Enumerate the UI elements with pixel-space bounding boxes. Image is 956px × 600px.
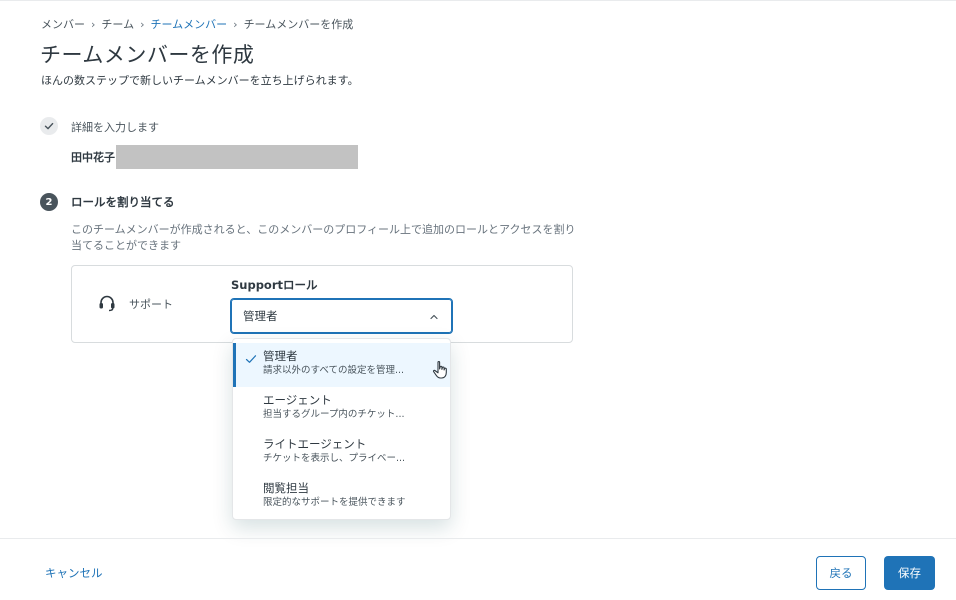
create-team-member-page: メンバー › チーム › チームメンバー › チームメンバーを作成 チームメンバ… [0, 0, 956, 600]
breadcrumb-current: チームメンバーを作成 [243, 18, 354, 31]
member-name: 田中花子 [71, 151, 115, 164]
page-subtitle: ほんの数ステップで新しいチームメンバーを立ち上げられます。 [41, 74, 359, 87]
breadcrumb-separator: › [233, 17, 238, 31]
role-option-description: 限定的なサポートを提供できます [263, 497, 406, 508]
hand-cursor-icon [432, 360, 447, 379]
check-icon [245, 355, 257, 363]
step2-description: このチームメンバーが作成されると、このメンバーのプロフィール上で追加のロールとア… [71, 223, 576, 252]
breadcrumb-team[interactable]: チーム [101, 16, 134, 32]
breadcrumb-separator: › [140, 17, 145, 31]
role-option-title: 閲覧担当 [263, 481, 309, 495]
role-option-title: ライトエージェント [263, 437, 367, 451]
support-role-menu: 管理者 請求以外のすべての設定を管理... エージェント 担当するグループ内のチ… [232, 338, 451, 520]
role-option-light-agent[interactable]: ライトエージェント チケットを表示し、プライベー... [233, 431, 450, 475]
page-title: チームメンバーを作成 [40, 43, 255, 67]
support-role-select[interactable]: 管理者 [230, 298, 453, 334]
support-role-label: Supportロール [231, 278, 318, 292]
cancel-link[interactable]: キャンセル [45, 565, 103, 581]
product-name: サポート [129, 298, 173, 311]
step1-member-name: 田中花子 [71, 145, 358, 169]
step1-label: 詳細を入力します [71, 121, 159, 134]
breadcrumb-separator: › [91, 17, 96, 31]
role-option-description: 担当するグループ内のチケット... [263, 409, 405, 420]
step-done-check-icon [40, 117, 58, 135]
role-option-viewer[interactable]: 閲覧担当 限定的なサポートを提供できます [233, 475, 450, 519]
footer-divider [0, 538, 956, 539]
step2-number-badge: 2 [40, 193, 58, 211]
chevron-up-icon [430, 314, 438, 320]
step2-label: ロールを割り当てる [71, 195, 175, 209]
role-option-description: 請求以外のすべての設定を管理... [263, 365, 405, 376]
breadcrumb-team-members[interactable]: チームメンバー [150, 16, 227, 32]
breadcrumb: メンバー › チーム › チームメンバー › チームメンバーを作成 [41, 16, 353, 32]
back-button[interactable]: 戻る [816, 556, 866, 590]
role-option-title: エージェント [263, 393, 332, 407]
role-option-admin[interactable]: 管理者 請求以外のすべての設定を管理... [233, 343, 450, 387]
role-option-description: チケットを表示し、プライベー... [263, 453, 406, 464]
role-option-title: 管理者 [263, 349, 298, 363]
redacted-block [116, 145, 358, 169]
support-role-selected-value: 管理者 [243, 309, 278, 323]
role-option-agent[interactable]: エージェント 担当するグループ内のチケット... [233, 387, 450, 431]
save-button[interactable]: 保存 [884, 556, 935, 590]
breadcrumb-members[interactable]: メンバー [41, 16, 85, 32]
headset-icon [98, 294, 116, 312]
